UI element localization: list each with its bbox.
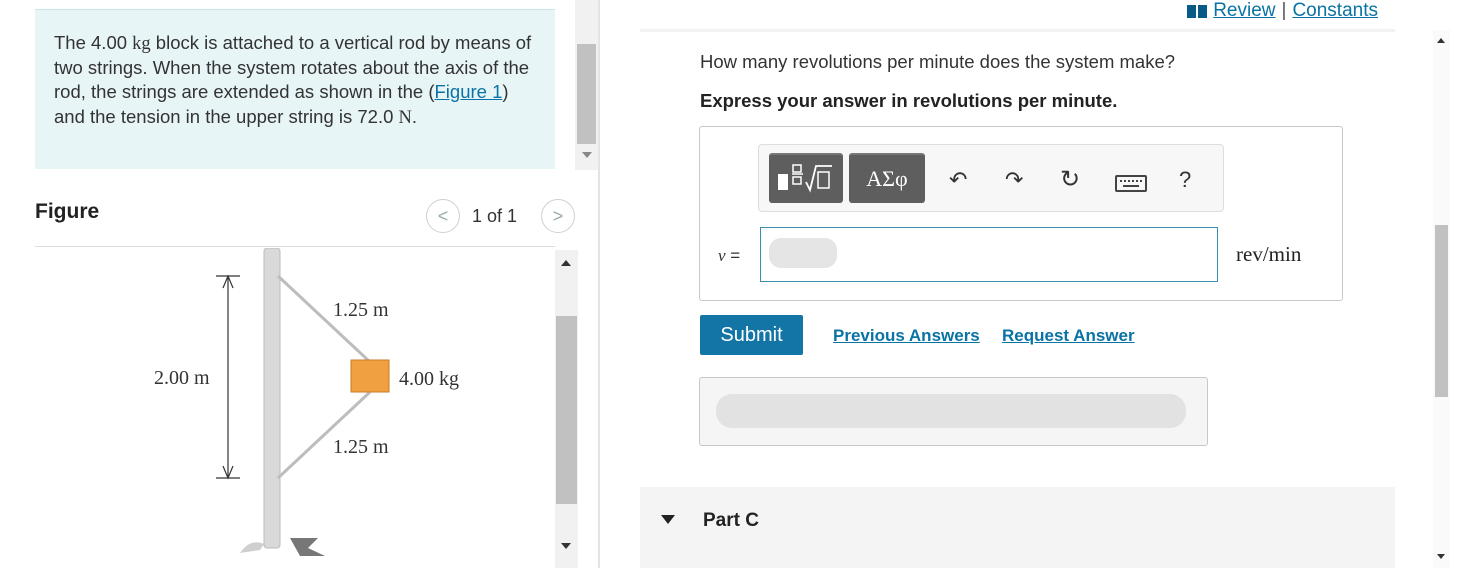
- templates-button[interactable]: [769, 153, 843, 203]
- figure-pager: 1 of 1: [472, 206, 518, 226]
- part-c-label: Part C: [703, 510, 759, 531]
- redacted-feedback: [716, 394, 1186, 428]
- mass-label: 4.00 kg: [399, 368, 459, 390]
- rotation-arrow-left: [240, 542, 264, 553]
- figure-divider: [35, 246, 555, 247]
- problem-text-part: The 4.00: [54, 32, 133, 53]
- templates-icon: [778, 164, 832, 193]
- figure-title: Figure: [35, 200, 100, 223]
- scroll-up-arrow-icon[interactable]: [561, 260, 571, 266]
- keyboard-icon[interactable]: [1115, 175, 1147, 192]
- link-separator: |: [1281, 0, 1287, 21]
- vertical-rod: [263, 248, 281, 549]
- unit-kg: kg: [132, 34, 151, 54]
- lower-string-label: 1.25 m: [333, 436, 389, 458]
- answer-instruction: Express your answer in revolutions per m…: [700, 90, 1118, 111]
- figure-next-button[interactable]: >: [541, 199, 575, 233]
- upper-string-label: 1.25 m: [333, 299, 389, 321]
- symbols-label: ΑΣφ: [866, 166, 908, 191]
- problem-scrollbar-thumb[interactable]: [577, 44, 596, 144]
- help-icon[interactable]: ?: [1179, 167, 1191, 193]
- header-links: Review | Constants: [1187, 0, 1378, 22]
- figure-scrollbar-thumb[interactable]: [556, 316, 577, 504]
- answer-input[interactable]: [760, 227, 1218, 282]
- mass-block: [350, 359, 390, 393]
- chevron-left-icon: <: [437, 205, 449, 226]
- pane-divider[interactable]: [598, 0, 600, 568]
- book-icon: [1187, 4, 1208, 18]
- part-c-header[interactable]: Part C: [640, 487, 1395, 568]
- math-toolbar: ΑΣφ ↶ ↷ ↻ ?: [758, 144, 1224, 212]
- redacted-answer: [769, 238, 837, 268]
- problem-text-part: .: [411, 105, 418, 127]
- symbols-button[interactable]: ΑΣφ: [849, 153, 925, 203]
- lower-string: [276, 390, 372, 480]
- review-link[interactable]: Review: [1213, 0, 1275, 22]
- figure-scrollbar[interactable]: [555, 250, 578, 568]
- scroll-up-arrow-icon[interactable]: [1437, 38, 1445, 43]
- rotation-arrow-icon: [290, 538, 325, 556]
- undo-icon[interactable]: ↶: [949, 167, 967, 193]
- unit-newton: N: [398, 107, 412, 128]
- page-scrollbar-thumb[interactable]: [1435, 225, 1448, 397]
- scroll-down-arrow-icon[interactable]: [582, 152, 592, 158]
- problem-text: The 4.00 kg block is attached to a verti…: [54, 31, 534, 130]
- problem-scrollbar[interactable]: [575, 0, 598, 170]
- figure-link[interactable]: Figure 1: [435, 81, 503, 102]
- unit-label: rev/min: [1236, 242, 1302, 266]
- height-label: 2.00 m: [154, 367, 210, 389]
- constants-link[interactable]: Constants: [1292, 0, 1378, 22]
- question-text: How many revolutions per minute does the…: [700, 51, 1176, 72]
- scroll-down-arrow-icon[interactable]: [561, 543, 571, 549]
- page-scrollbar[interactable]: [1433, 30, 1450, 568]
- figure-prev-button[interactable]: <: [426, 199, 460, 233]
- scroll-down-arrow-icon[interactable]: [1437, 554, 1445, 559]
- redo-icon[interactable]: ↷: [1005, 167, 1023, 193]
- problem-statement-box: The 4.00 kg block is attached to a verti…: [35, 9, 555, 169]
- figure-diagram: 1.25 m 1.25 m 2.00 m 4.00 kg: [154, 248, 459, 556]
- request-answer-link[interactable]: Request Answer: [1002, 326, 1135, 346]
- header-divider: [640, 29, 1395, 32]
- previous-answers-link[interactable]: Previous Answers: [833, 326, 980, 346]
- equals-sign: =: [725, 246, 741, 265]
- submit-button[interactable]: Submit: [700, 315, 803, 355]
- variable-symbol: ν: [718, 246, 726, 265]
- variable-label: ν =: [718, 246, 740, 266]
- reset-icon[interactable]: ↻: [1060, 165, 1080, 194]
- chevron-right-icon: >: [552, 205, 564, 226]
- caret-down-icon[interactable]: [661, 515, 675, 524]
- feedback-box: [699, 377, 1208, 446]
